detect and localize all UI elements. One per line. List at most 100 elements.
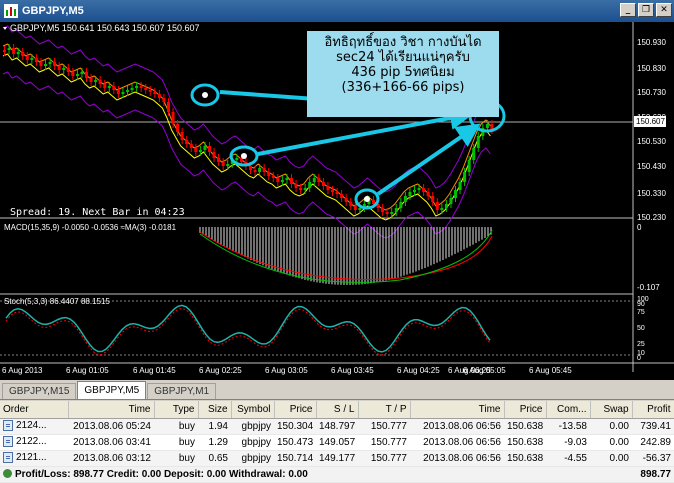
candle-body (180, 132, 184, 140)
candle-body (153, 92, 157, 94)
tab-gbpjpy-m15[interactable]: GBPJPY,M15 (2, 383, 77, 399)
swap: 0.00 (590, 450, 632, 467)
window-titlebar[interactable]: GBPJPY,M5 _ ❐ ✕ (0, 0, 674, 22)
candle-body (30, 58, 34, 60)
restore-button[interactable]: ❐ (638, 3, 654, 17)
candle-body (290, 178, 293, 184)
price-tick: 150.430 (637, 162, 666, 171)
candle-body (85, 72, 88, 78)
stoch-tick: 0 (637, 355, 641, 362)
macd-histogram (199, 227, 493, 285)
candle-body (440, 208, 444, 210)
candle-body (317, 178, 321, 182)
table-row[interactable]: 2121... 2013.08.06 03:12 buy 0.65 gbpjpy… (0, 450, 674, 467)
column-header[interactable]: Order (0, 401, 69, 419)
time-tick: 6 Aug 03:45 (331, 366, 374, 375)
chart-header: GBPJPY,M5 150.641 150.643 150.607 150.60… (10, 23, 200, 33)
macd-axis: 0 -0.107 (637, 223, 660, 292)
candle-body (326, 186, 330, 190)
close-button[interactable]: ✕ (656, 3, 672, 17)
column-header[interactable]: S / L (316, 401, 359, 419)
order-icon (3, 420, 13, 432)
price-chart[interactable]: GBPJPY,M5 150.641 150.643 150.607 150.60… (0, 22, 674, 380)
candle-body (194, 148, 198, 152)
stoch-main-line (5, 304, 491, 353)
table-row[interactable]: 2122... 2013.08.06 03:41 buy 1.29 gbpjpy… (0, 434, 674, 451)
candle-body (449, 198, 453, 204)
price-tick: 150.930 (637, 38, 666, 47)
trade-terminal: Order Time Type Size Symbol Price S / L … (0, 401, 674, 483)
stoch-signal-line (5, 307, 491, 356)
candle-body (185, 140, 189, 144)
column-header[interactable]: Swap (590, 401, 633, 419)
column-header[interactable]: Price (504, 401, 547, 419)
column-header[interactable]: Symbol (231, 401, 275, 419)
candle-body (7, 48, 11, 50)
candle-body (217, 158, 221, 162)
candle-body (463, 172, 467, 182)
candle-body (385, 212, 389, 214)
candle-body (176, 124, 180, 132)
candle-body (94, 80, 98, 82)
candle-body (103, 84, 107, 88)
candle-body (235, 158, 239, 160)
column-header[interactable]: Com... (546, 401, 591, 419)
candle-body (25, 56, 29, 60)
summary-text: Profit/Loss: 898.77 Credit: 0.00 Deposit… (15, 468, 308, 480)
order-size: 1.29 (198, 434, 231, 451)
swap: 0.00 (590, 418, 632, 435)
profit: 242.89 (632, 434, 674, 451)
chart-tabs: GBPJPY,M15 GBPJPY,M5 GBPJPY,M1 (0, 381, 674, 400)
candle-body (458, 182, 462, 190)
candle-body (203, 146, 207, 150)
order-symbol: gbpjpy (231, 418, 274, 435)
time-tick: 6 Aug 04:25 (397, 366, 440, 375)
candle-body (408, 192, 412, 196)
candle-body (253, 170, 257, 172)
minimize-button[interactable]: _ (620, 3, 636, 17)
candle-body (16, 52, 20, 54)
window-controls: _ ❐ ✕ (620, 3, 672, 17)
column-header[interactable]: Time (410, 401, 505, 419)
column-header[interactable]: Type (154, 401, 199, 419)
candle-body (44, 64, 47, 66)
stop-loss: 149.057 (316, 434, 358, 451)
stochastic-lines (5, 304, 491, 356)
close-price: 150.638 (504, 434, 546, 451)
candle-body (444, 204, 448, 208)
current-price-label: 150.607 (636, 117, 665, 126)
price-axis: 150.930150.830150.730150.630150.530150.4… (637, 38, 666, 222)
stop-loss: 148.797 (316, 418, 358, 435)
column-header[interactable]: Time (68, 401, 155, 419)
candle-body (431, 196, 435, 202)
time-axis: 6 Aug 2013 6 Aug 01:05 6 Aug 01:45 6 Aug 02… (2, 366, 572, 375)
candle-body (21, 52, 25, 56)
tab-gbpjpy-m5[interactable]: GBPJPY,M5 (77, 381, 147, 399)
open-price: 150.304 (274, 418, 316, 435)
stoch-axis: 10090755025100 (637, 296, 649, 362)
candle-body (353, 206, 357, 210)
candle-body (426, 192, 430, 196)
tab-gbpjpy-m1[interactable]: GBPJPY,M1 (147, 383, 217, 399)
order-id: 2124... (16, 420, 47, 432)
column-header[interactable]: T / P (358, 401, 411, 419)
macd-signal-line (199, 231, 493, 280)
candle-body (372, 200, 375, 204)
profit: -56.37 (632, 450, 674, 467)
candle-body (312, 178, 316, 182)
table-row[interactable]: 2124... 2013.08.06 05:24 buy 1.94 gbpjpy… (0, 418, 674, 435)
candle-body (239, 158, 243, 162)
order-icon (3, 436, 13, 448)
price-tick: 150.730 (637, 88, 666, 97)
candle-body (57, 66, 61, 70)
annotation-line-4: (336+166-66 pips) (341, 80, 465, 95)
candle-body (139, 86, 143, 88)
column-header[interactable]: Price (274, 401, 317, 419)
candle-body (271, 176, 275, 178)
candle-body (467, 160, 471, 172)
take-profit: 150.777 (358, 450, 410, 467)
column-header[interactable]: Profit (632, 401, 674, 419)
swap: 0.00 (590, 434, 632, 451)
column-header[interactable]: Size (198, 401, 232, 419)
candle-body (294, 184, 298, 188)
